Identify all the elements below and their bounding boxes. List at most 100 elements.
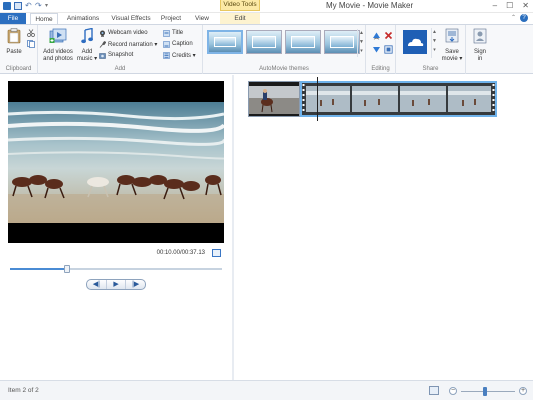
zoom-thumb[interactable] (483, 387, 488, 396)
close-button[interactable]: ✕ (522, 1, 529, 10)
add-videos-label-2: and photos (43, 56, 73, 62)
zoom-in-button[interactable]: + (519, 387, 527, 395)
app-menu-icon[interactable] (3, 2, 11, 10)
snapshot-button[interactable]: Snapshot (99, 50, 133, 60)
tab-animations[interactable]: Animations (64, 13, 102, 24)
playhead[interactable] (317, 77, 318, 121)
select-all-icon[interactable] (384, 45, 393, 54)
share-group-label: Share (422, 66, 439, 72)
clip-thumbnail-selected[interactable] (300, 81, 497, 117)
customize-qat-icon[interactable]: ▾ (45, 2, 51, 10)
add-videos-icon (49, 28, 67, 43)
next-frame-button[interactable]: |▶ (126, 280, 145, 289)
video-preview[interactable] (8, 81, 224, 243)
zoom-out-button[interactable]: − (449, 387, 457, 395)
undo-icon[interactable]: ↶ (25, 2, 32, 10)
paste-icon (7, 28, 21, 44)
onedrive-icon[interactable] (403, 30, 427, 54)
quick-access-toolbar: ↶ ↷ ▾ (3, 2, 51, 10)
clip-thumbnail[interactable] (248, 81, 300, 117)
theme-thumbnail[interactable] (285, 30, 321, 54)
add-music-label-2: music ▾ (76, 56, 98, 62)
video-frame-horses (8, 102, 224, 223)
music-note-icon (81, 27, 93, 44)
remove-icon[interactable] (384, 31, 393, 40)
seek-progress (10, 268, 68, 270)
save-movie-icon (445, 28, 459, 43)
tab-file[interactable]: File (0, 13, 26, 24)
status-text: Item 2 of 2 (8, 387, 39, 394)
zoom-track[interactable] (461, 391, 515, 392)
webcam-video-button[interactable]: Webcam video (99, 28, 148, 38)
caption-button[interactable]: Caption (163, 39, 193, 49)
gallery-up-icon[interactable]: ▲ (358, 29, 365, 38)
tab-visual-effects[interactable]: Visual Effects (111, 13, 151, 24)
clip-2-filmstrip (302, 83, 495, 115)
sign-in-icon (473, 28, 487, 44)
previous-frame-button[interactable]: ◀| (87, 280, 107, 289)
context-tab-group-label: Video Tools (220, 0, 260, 11)
collapse-ribbon-icon[interactable]: ⌃ (511, 14, 516, 21)
help-icon[interactable]: ? (520, 14, 528, 22)
add-music-label-1: Add (81, 49, 93, 55)
seek-slider[interactable] (10, 265, 222, 273)
share-down-icon[interactable]: ▼ (432, 37, 437, 46)
clipboard-group: Paste Clipboard (0, 25, 38, 74)
microphone-icon (99, 40, 106, 48)
redo-icon[interactable]: ↷ (35, 2, 42, 10)
maximize-button[interactable]: ☐ (506, 1, 513, 10)
webcam-video-label: Webcam video (108, 30, 148, 36)
title-button[interactable]: Title (163, 28, 183, 38)
save-movie-button[interactable]: Save movie ▾ (440, 28, 464, 63)
minimize-button[interactable]: – (493, 1, 497, 10)
title-icon (163, 29, 170, 37)
add-group: Add videos and photos Add music ▾ Webcam… (38, 25, 203, 74)
ribbon: Paste Clipboard Add videos and photos Ad… (0, 24, 533, 74)
theme-thumbnail[interactable] (324, 30, 360, 54)
save-icon[interactable] (14, 2, 22, 10)
tab-edit[interactable]: Edit (220, 13, 260, 24)
theme-gallery-scroll[interactable]: ▲ ▼ ▾ (357, 29, 365, 57)
rotate-left-icon[interactable] (372, 31, 381, 40)
webcam-icon (100, 30, 105, 37)
gallery-more-icon[interactable]: ▾ (358, 47, 365, 56)
add-videos-button[interactable]: Add videos and photos (42, 28, 74, 63)
snapshot-icon (99, 52, 106, 59)
gallery-down-icon[interactable]: ▼ (358, 38, 365, 47)
rotate-right-icon[interactable] (372, 45, 381, 54)
paste-label: Paste (6, 49, 22, 55)
editing-group-label: Editing (371, 66, 390, 72)
tab-home[interactable]: Home (30, 13, 58, 24)
status-bar: Item 2 of 2 − + (0, 380, 533, 400)
seek-thumb[interactable] (64, 265, 71, 273)
credits-button[interactable]: Credits ▾ (163, 50, 196, 60)
paste-button[interactable]: Paste (4, 28, 24, 56)
tab-project[interactable]: Project (159, 13, 183, 24)
ribbon-tabs: File Home Animations Visual Effects Proj… (0, 13, 533, 24)
record-narration-button[interactable]: Record narration ▾ (99, 39, 157, 49)
playback-controls: ◀| ▶ |▶ (86, 279, 146, 290)
play-button[interactable]: ▶ (107, 280, 127, 289)
share-up-icon[interactable]: ▲ (432, 28, 437, 37)
theme-thumbnail[interactable] (246, 30, 282, 54)
add-music-button[interactable]: Add music ▾ (76, 27, 98, 63)
title-label: Title (172, 30, 184, 36)
automovie-themes-group: AutoMovie themes (203, 25, 366, 74)
thumbnail-size-icon[interactable] (429, 386, 439, 395)
sign-in-button[interactable]: Sign in (469, 28, 491, 63)
theme-thumbnail[interactable] (207, 30, 243, 54)
storyboard (234, 75, 533, 380)
copy-icon[interactable] (27, 40, 35, 48)
fullscreen-icon[interactable] (212, 249, 221, 257)
save-movie-label-2: movie ▾ (441, 56, 463, 62)
add-group-label: Add (114, 66, 126, 72)
credits-label: Credits ▾ (172, 52, 196, 59)
share-more-icon[interactable]: ▾ (432, 46, 437, 55)
zoom-slider: − + (449, 387, 527, 396)
share-gallery-scroll[interactable]: ▲ ▼ ▾ (431, 28, 437, 58)
tab-view[interactable]: View (192, 13, 212, 24)
save-movie-label-1: Save (445, 49, 459, 55)
cut-icon[interactable] (27, 29, 35, 37)
clip-1-frame (249, 82, 299, 116)
editing-group: Editing (366, 25, 396, 74)
